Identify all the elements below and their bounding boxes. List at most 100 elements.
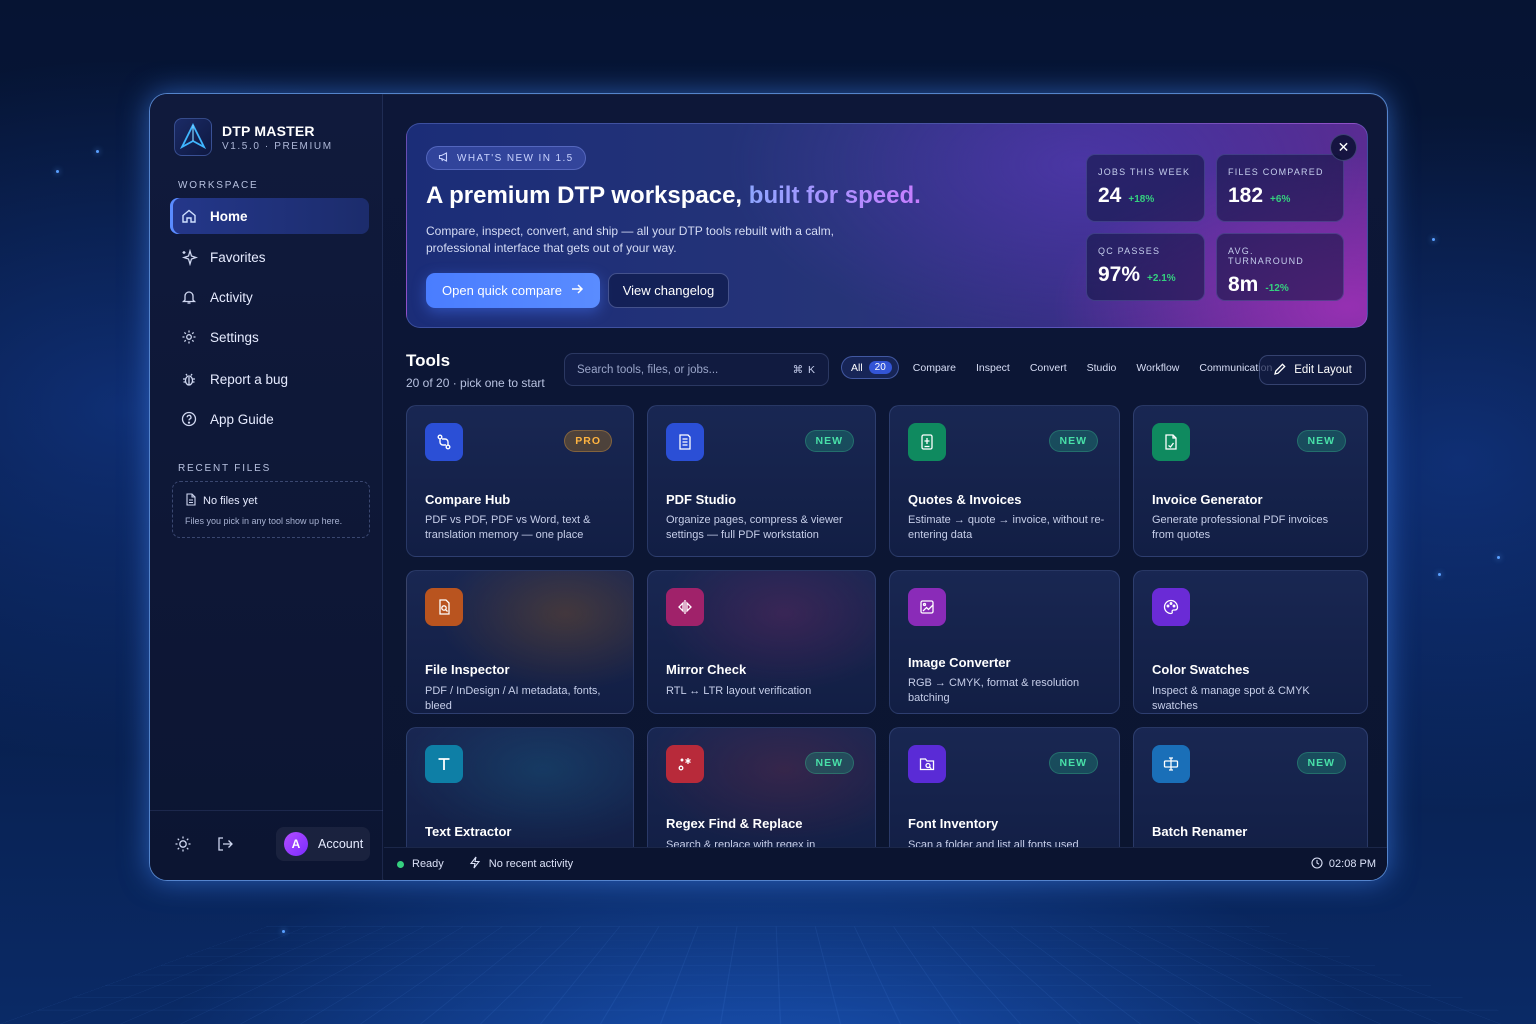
mirror-icon <box>666 588 704 626</box>
card-description: RGB → CMYK, format & resolution batching <box>908 676 1105 706</box>
compare-icon <box>425 423 463 461</box>
hero-title: A premium DTP workspace, built for speed… <box>426 182 921 210</box>
sun-icon <box>174 835 192 853</box>
filter-compare[interactable]: Compare <box>907 357 962 379</box>
card-description: PDF / InDesign / AI metadata, fonts, ble… <box>425 684 619 714</box>
logout-icon <box>216 835 234 853</box>
button-label: Open quick compare <box>442 283 562 298</box>
sidebar-item-app-guide[interactable]: App Guide <box>170 401 369 437</box>
search-input[interactable] <box>577 364 777 376</box>
card-description: Inspect & manage spot & CMYK swatches <box>1152 684 1353 714</box>
card-title: Batch Renamer <box>1152 824 1247 839</box>
bell-icon <box>180 288 198 306</box>
tool-card-quotes-invoices[interactable]: NEW Quotes & Invoices Estimate → quote →… <box>889 405 1120 557</box>
sidebar-item-label: Report a bug <box>210 372 288 387</box>
view-changelog-button[interactable]: View changelog <box>608 273 729 308</box>
recent-activity: No recent activity <box>469 856 573 872</box>
brand-title: DTP MASTER <box>222 123 333 139</box>
gear-icon <box>180 328 198 346</box>
tool-card-batch-renamer[interactable]: NEW Batch Renamer <box>1133 727 1368 849</box>
background-dot <box>1432 238 1435 241</box>
close-banner-button[interactable]: ✕ <box>1330 134 1357 161</box>
search-shortcut: ⌘ K <box>793 364 816 376</box>
recent-empty-title: No files yet <box>203 495 257 507</box>
sidebar-footer: A Account <box>150 810 383 880</box>
calculator-icon <box>908 423 946 461</box>
tool-card-color-swatches[interactable]: Color Swatches Inspect & manage spot & C… <box>1133 570 1368 714</box>
new-badge: NEW <box>1049 752 1099 774</box>
filter-studio[interactable]: Studio <box>1081 357 1123 379</box>
rename-icon <box>1152 745 1190 783</box>
lightning-icon <box>469 856 481 872</box>
new-badge: NEW <box>1297 430 1347 452</box>
filter-all[interactable]: All 20 <box>841 356 899 379</box>
theme-toggle-button[interactable] <box>171 832 195 856</box>
card-title: Font Inventory <box>908 816 998 831</box>
card-title: Image Converter <box>908 655 1011 670</box>
stat-label: QC PASSES <box>1098 246 1193 256</box>
stat-value: 8m <box>1228 273 1258 297</box>
card-description: Estimate → quote → invoice, without re-e… <box>908 513 1105 543</box>
sidebar-item-report-bug[interactable]: Report a bug <box>170 361 369 397</box>
sidebar-item-settings[interactable]: Settings <box>170 319 369 355</box>
sidebar-item-home[interactable]: Home <box>170 198 369 234</box>
recent-files-empty: No files yet Files you pick in any tool … <box>172 481 370 538</box>
stat-jobs-this-week: JOBS THIS WEEK 24 +18% <box>1086 154 1205 222</box>
document-icon <box>666 423 704 461</box>
tool-card-pdf-studio[interactable]: NEW PDF Studio Organize pages, compress … <box>647 405 876 557</box>
sidebar-nav: Home Favorites Activity Settings Report … <box>170 198 369 441</box>
filter-workflow[interactable]: Workflow <box>1130 357 1185 379</box>
invoice-icon <box>1152 423 1190 461</box>
status-text: Ready <box>412 858 444 870</box>
sparkle-icon <box>180 248 198 266</box>
stat-label: FILES COMPARED <box>1228 167 1332 177</box>
tool-card-mirror-check[interactable]: Mirror Check RTL ↔ LTR layout verificati… <box>647 570 876 714</box>
tool-card-file-inspector[interactable]: File Inspector PDF / InDesign / AI metad… <box>406 570 634 714</box>
tool-card-font-inventory[interactable]: NEW Font Inventory Scan a folder and lis… <box>889 727 1120 849</box>
stat-delta: +18% <box>1128 194 1154 205</box>
button-label: Edit Layout <box>1294 364 1352 376</box>
tool-card-compare-hub[interactable]: PRO Compare Hub PDF vs PDF, PDF vs Word,… <box>406 405 634 557</box>
tool-card-image-converter[interactable]: Image Converter RGB → CMYK, format & res… <box>889 570 1120 714</box>
tools-search: ⌘ K <box>564 353 829 386</box>
home-icon <box>180 207 198 225</box>
filter-count-badge: 20 <box>869 361 892 374</box>
new-badge: NEW <box>1049 430 1099 452</box>
bug-icon <box>180 370 198 388</box>
close-icon: ✕ <box>1338 139 1350 156</box>
tool-card-text-extractor[interactable]: Text Extractor <box>406 727 634 849</box>
avatar: A <box>284 832 308 856</box>
edit-layout-button[interactable]: Edit Layout <box>1259 355 1366 385</box>
text-icon <box>425 745 463 783</box>
folder-search-icon <box>908 745 946 783</box>
new-badge: NEW <box>805 752 855 774</box>
card-title: Color Swatches <box>1152 662 1250 677</box>
card-title: Quotes & Invoices <box>908 492 1021 507</box>
activity-text: No recent activity <box>489 858 573 870</box>
logout-button[interactable] <box>213 832 237 856</box>
file-icon <box>185 493 197 509</box>
filter-inspect[interactable]: Inspect <box>970 357 1016 379</box>
filter-label: All <box>851 362 863 374</box>
account-button[interactable]: A Account <box>276 827 370 861</box>
clock: 02:08 PM <box>1311 857 1376 872</box>
pro-badge: PRO <box>564 430 612 452</box>
regex-icon <box>666 745 704 783</box>
sidebar-item-favorites[interactable]: Favorites <box>170 239 369 275</box>
tool-card-invoice-generator[interactable]: NEW Invoice Generator Generate professio… <box>1133 405 1368 557</box>
stat-delta: -12% <box>1265 283 1288 294</box>
filter-convert[interactable]: Convert <box>1024 357 1073 379</box>
brand-version: V1.5.0 · PREMIUM <box>222 141 333 152</box>
arrow-right-icon <box>570 282 584 299</box>
pencil-icon <box>1273 362 1287 379</box>
logo-icon <box>174 118 212 156</box>
sidebar-item-label: Home <box>210 209 248 224</box>
open-quick-compare-button[interactable]: Open quick compare <box>426 273 600 308</box>
image-icon <box>908 588 946 626</box>
clock-time: 02:08 PM <box>1329 858 1376 870</box>
card-title: Text Extractor <box>425 824 511 839</box>
sidebar-item-activity[interactable]: Activity <box>170 279 369 315</box>
whats-new-pill: WHAT'S NEW IN 1.5 <box>426 146 586 170</box>
tool-card-regex-find-replace[interactable]: NEW Regex Find & Replace Search & replac… <box>647 727 876 849</box>
sidebar-item-label: Settings <box>210 330 259 345</box>
